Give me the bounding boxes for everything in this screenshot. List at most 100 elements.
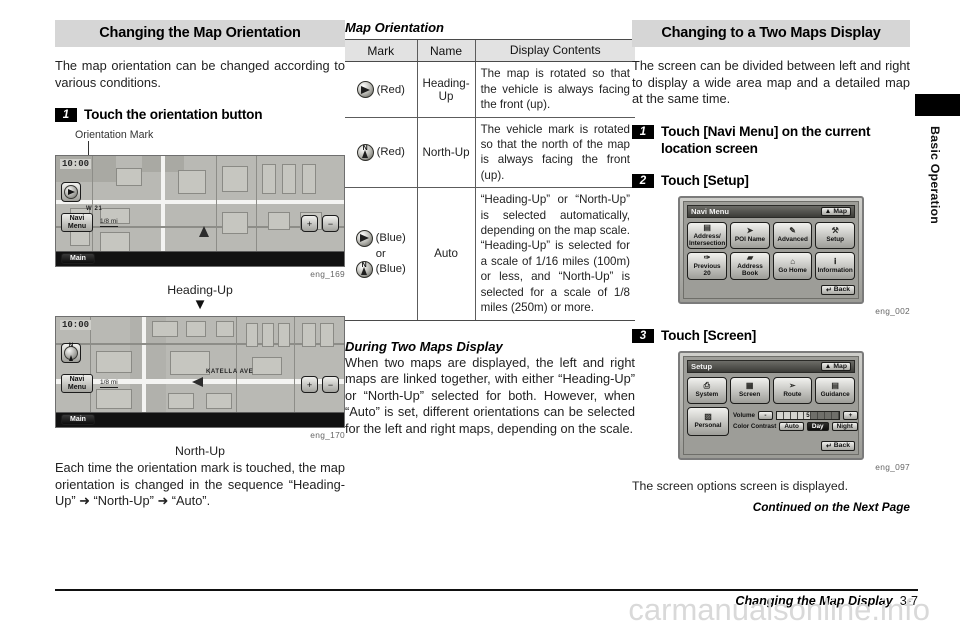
right-step-2: 2 Touch [Setup] bbox=[632, 172, 910, 189]
setup-figure: Setup ▲ Map ⎙ System ▦ Screen ➢ Route ▤ … bbox=[632, 350, 910, 460]
during-two-maps-subhead: During Two Maps Display bbox=[345, 338, 503, 354]
table-row: (Blue) or N (Blue) Auto “Heading-Up” or … bbox=[345, 187, 635, 321]
back-button[interactable]: ↵ Back bbox=[821, 440, 855, 451]
button-label: Screen bbox=[738, 390, 761, 398]
step-number-badge: 2 bbox=[632, 173, 654, 188]
button-guidance[interactable]: ▤ Guidance bbox=[815, 376, 855, 404]
continued-next-page: Continued on the Next Page bbox=[752, 499, 910, 514]
volume-level-bar[interactable]: 5 bbox=[775, 411, 840, 421]
setup-footer: ↵ Back bbox=[687, 440, 855, 451]
screen-options-note: The screen options screen is displayed. bbox=[632, 478, 848, 493]
main-button[interactable]: Main bbox=[61, 253, 95, 265]
button-label: POI Name bbox=[734, 236, 766, 244]
button-advanced[interactable]: ✎ Advanced bbox=[772, 221, 813, 250]
column-header-mark: Mark bbox=[345, 38, 417, 63]
button-route[interactable]: ➢ Route bbox=[772, 376, 813, 404]
button-system[interactable]: ⎙ System bbox=[687, 376, 727, 404]
map-clock: 10:00 bbox=[60, 159, 92, 170]
north-up-map-figure: 10:00 N KATELLA AVE Navi Menu 1/8 mi + −… bbox=[55, 316, 345, 429]
button-poi-name[interactable]: ➤ POI Name bbox=[730, 221, 770, 250]
figure-id: eng_170 bbox=[310, 430, 345, 441]
mark-conjunction: or bbox=[375, 247, 386, 260]
navi-menu-button[interactable]: Navi Menu bbox=[61, 374, 93, 394]
mark-color-label: (Blue) bbox=[375, 232, 406, 245]
cell-name: Auto bbox=[416, 187, 476, 321]
setup-icon: ⚒ bbox=[831, 226, 839, 236]
button-address-book[interactable]: ▰ Address Book bbox=[730, 252, 770, 280]
advanced-icon: ✎ bbox=[789, 226, 796, 236]
map-triangle-icon: ▲ bbox=[824, 207, 832, 215]
table-row: (Red) Heading-Up The map is rotated so t… bbox=[345, 61, 635, 118]
right-section-title: Changing to a Two Maps Display bbox=[632, 20, 910, 47]
north-up-mark-icon: N bbox=[355, 260, 373, 278]
right-step-3: 3 Touch [Screen] bbox=[632, 327, 910, 344]
back-button[interactable]: ↵ Back bbox=[821, 284, 855, 295]
footer-rule bbox=[55, 588, 918, 591]
contrast-night-button[interactable]: Night bbox=[831, 422, 858, 432]
button-label: Guidance bbox=[820, 390, 850, 398]
zoom-out-button[interactable]: − bbox=[322, 215, 339, 233]
color-contrast-label: Color Contrast bbox=[733, 423, 777, 431]
map-tab-label: Map bbox=[833, 362, 847, 370]
volume-decrease-button[interactable]: - bbox=[757, 411, 773, 421]
left-closing-text: Each time the orientation mark is touche… bbox=[55, 460, 345, 509]
map-tab-label: Map bbox=[833, 207, 847, 215]
zoom-in-button[interactable]: + bbox=[301, 376, 318, 394]
book-icon: ▰ bbox=[746, 253, 754, 263]
home-icon: ⌂ bbox=[790, 256, 796, 266]
scale-indicator: 1/8 mi bbox=[100, 218, 118, 228]
navi-menu-footer: ↵ Back bbox=[687, 284, 855, 295]
button-setup[interactable]: ⚒ Setup bbox=[815, 221, 855, 250]
heading-up-mark-icon bbox=[356, 81, 374, 99]
button-label: Information bbox=[817, 266, 853, 274]
step-instruction: Touch [Screen] bbox=[661, 327, 757, 343]
step-number-badge: 1 bbox=[55, 108, 77, 123]
column-header-name: Name bbox=[416, 38, 476, 63]
main-button[interactable]: Main bbox=[61, 414, 95, 426]
right-step-1: 1 Touch [Navi Menu] on the current locat… bbox=[632, 123, 910, 157]
table-title: Map Orientation bbox=[345, 20, 444, 35]
zoom-in-button[interactable]: + bbox=[301, 215, 318, 233]
orientation-button[interactable] bbox=[61, 182, 81, 203]
map-tab-button[interactable]: ▲ Map bbox=[820, 361, 851, 371]
system-icon: ⎙ bbox=[703, 380, 711, 390]
button-information[interactable]: 𝐢 Information bbox=[815, 252, 855, 280]
map-tab-button[interactable]: ▲ Map bbox=[820, 206, 851, 216]
middle-column: Map Orientation Mark Name Display Conten… bbox=[345, 20, 635, 437]
button-label: Go Home bbox=[778, 266, 807, 274]
orientation-mark-callout: Orientation Mark bbox=[75, 129, 154, 142]
map-status-bar bbox=[56, 412, 344, 428]
button-address-intersection[interactable]: ▤ Address/ Intersection bbox=[687, 221, 728, 250]
cell-description: “Heading-Up” or “North-Up” is selected a… bbox=[474, 187, 635, 321]
button-go-home[interactable]: ⌂ Go Home bbox=[772, 252, 813, 280]
contrast-day-button[interactable]: Day bbox=[806, 422, 829, 432]
volume-label: Volume bbox=[733, 412, 755, 420]
left-step-1: 1 Touch the orientation button bbox=[55, 106, 345, 123]
vehicle-mark bbox=[199, 226, 209, 238]
heading-up-mark-icon bbox=[355, 229, 373, 247]
address-icon: ▤ bbox=[703, 222, 711, 232]
zoom-out-button[interactable]: − bbox=[322, 376, 339, 394]
cell-name: North-Up bbox=[416, 117, 476, 189]
column-header-display-contents: Display Contents bbox=[474, 38, 635, 63]
navi-menu-button[interactable]: Navi Menu bbox=[61, 213, 93, 233]
guidance-icon: ▤ bbox=[831, 380, 839, 390]
button-label: System bbox=[695, 390, 719, 398]
volume-control: Volume - 5 + bbox=[733, 411, 858, 421]
table-header-row: Mark Name Display Contents bbox=[345, 38, 635, 63]
setup-adjust-controls: Volume - 5 + Color Contrast Auto Day Nig… bbox=[733, 407, 858, 436]
cell-description: The vehicle mark is rotated so that the … bbox=[474, 117, 635, 189]
site-watermark: carmanualsonline.info bbox=[628, 592, 930, 627]
setup-button-grid: ⎙ System ▦ Screen ➢ Route ▤ Guidance bbox=[687, 376, 855, 404]
contrast-auto-button[interactable]: Auto bbox=[779, 422, 804, 432]
volume-increase-button[interactable]: + bbox=[842, 411, 858, 421]
button-screen[interactable]: ▦ Screen bbox=[729, 376, 770, 404]
setup-device: Setup ▲ Map ⎙ System ▦ Screen ➢ Route ▤ … bbox=[678, 350, 864, 460]
button-previous-20[interactable]: ✑ Previous 20 bbox=[687, 252, 728, 280]
back-arrow-icon: ↵ bbox=[826, 286, 832, 294]
cell-mark: (Blue) or N (Blue) bbox=[345, 187, 417, 321]
orientation-button[interactable]: N bbox=[61, 343, 81, 364]
figure-id: eng_097 bbox=[875, 461, 910, 472]
button-personal[interactable]: ▨ Personal bbox=[687, 406, 729, 436]
setup-screen: Setup ▲ Map ⎙ System ▦ Screen ➢ Route ▤ … bbox=[683, 355, 859, 455]
